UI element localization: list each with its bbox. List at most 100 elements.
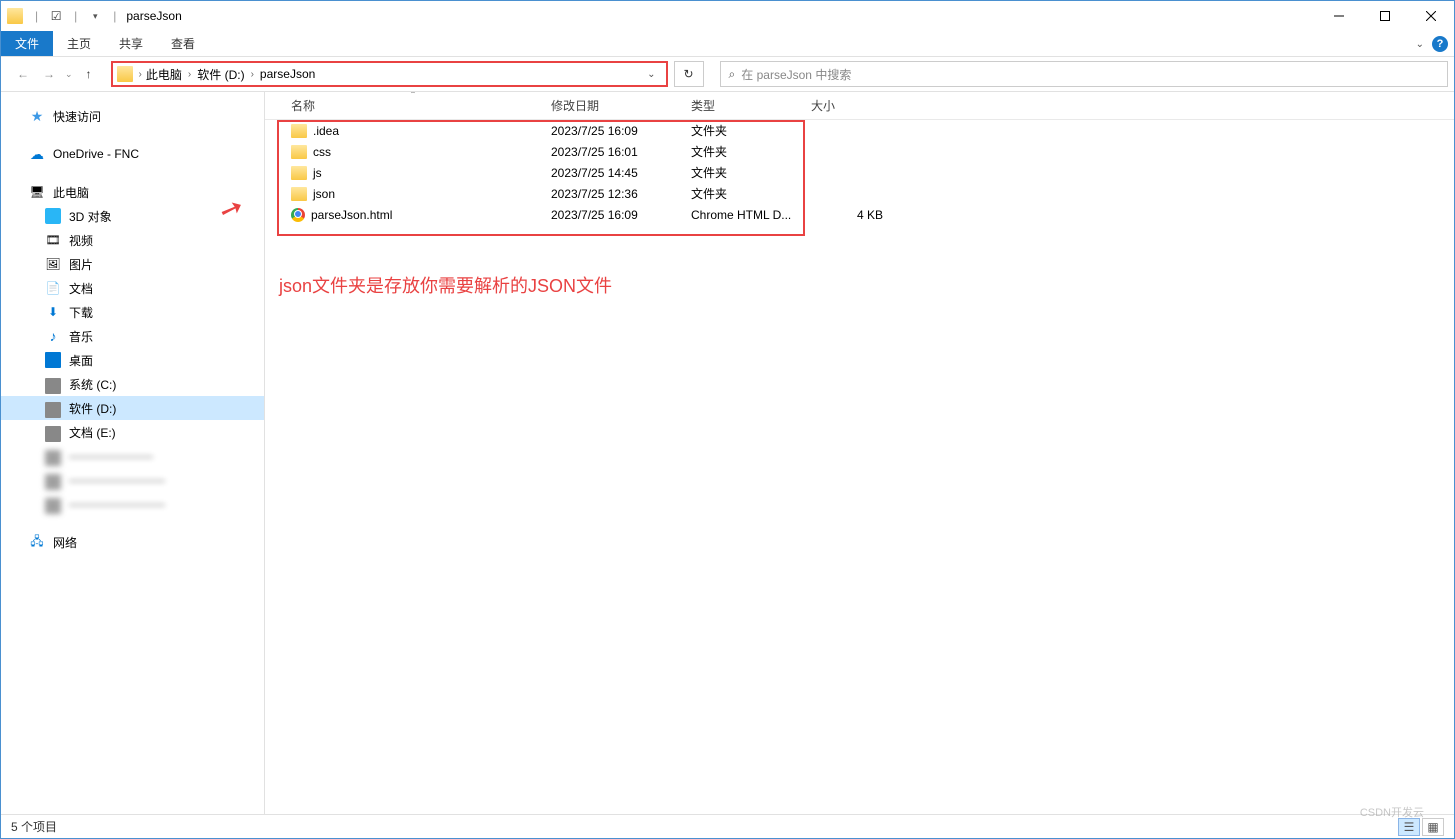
status-item-count: 5 个项目	[11, 818, 57, 835]
drive-icon	[45, 402, 61, 418]
picture-icon	[45, 256, 61, 272]
search-icon: ⌕	[729, 67, 736, 82]
sidebar-drive-e[interactable]: 文档 (E:)	[1, 420, 264, 444]
minimize-button[interactable]	[1316, 1, 1362, 31]
col-label: 名称	[291, 97, 315, 114]
tab-view[interactable]: 查看	[157, 31, 209, 56]
title-bar: | ☑ | ▾ | parseJson	[1, 1, 1454, 31]
cube-icon	[45, 208, 61, 224]
content: 快速访问 OneDrive - FNC 此电脑 3D 对象 视频 图片 文档 下…	[1, 91, 1454, 814]
file-name-cell: json	[283, 187, 543, 201]
sidebar-drive-c[interactable]: 系统 (C:)	[1, 372, 264, 396]
sidebar-pictures[interactable]: 图片	[1, 252, 264, 276]
sort-indicator-icon: ⌃	[283, 91, 543, 99]
sidebar-label: 下载	[69, 304, 93, 321]
sidebar-label: OneDrive - FNC	[53, 147, 139, 161]
forward-button[interactable]: →	[39, 64, 59, 84]
column-headers: ⌃名称 修改日期 类型 大小	[265, 92, 1454, 120]
view-icons-button[interactable]: ▦	[1422, 818, 1444, 836]
sidebar-label: 文档 (E:)	[69, 424, 116, 441]
file-row[interactable]: parseJson.html2023/7/25 16:09Chrome HTML…	[265, 204, 1454, 225]
breadcrumb-sep[interactable]: ›	[251, 69, 254, 80]
sidebar-hidden-2[interactable]: ————————	[1, 468, 264, 492]
col-date[interactable]: 修改日期	[543, 92, 683, 119]
help-icon[interactable]: ?	[1432, 36, 1448, 52]
sidebar-label: 图片	[69, 256, 93, 273]
video-icon	[45, 232, 61, 248]
file-type: 文件夹	[683, 164, 803, 181]
sidebar-drive-d[interactable]: 软件 (D:)	[1, 396, 264, 420]
folder-icon	[291, 124, 307, 138]
sidebar-downloads[interactable]: 下载	[1, 300, 264, 324]
sidebar-onedrive[interactable]: OneDrive - FNC	[1, 142, 264, 166]
chrome-icon	[291, 208, 305, 222]
download-icon	[45, 304, 61, 320]
qat-properties-icon[interactable]: ☑	[48, 8, 64, 24]
file-row[interactable]: json2023/7/25 12:36文件夹	[265, 183, 1454, 204]
file-type: 文件夹	[683, 185, 803, 202]
drive-icon	[45, 450, 61, 466]
sidebar-hidden-3[interactable]: ————————	[1, 492, 264, 516]
address-history-dropdown-icon[interactable]: ⌄	[641, 69, 661, 80]
sidebar-music[interactable]: 音乐	[1, 324, 264, 348]
file-name-cell: .idea	[283, 124, 543, 138]
col-name[interactable]: ⌃名称	[283, 92, 543, 119]
crumb-drive-d[interactable]: 软件 (D:)	[193, 64, 248, 85]
file-date: 2023/7/25 16:09	[543, 124, 683, 138]
file-row[interactable]: css2023/7/25 16:01文件夹	[265, 141, 1454, 162]
ribbon-right: ⌄ ?	[1416, 31, 1448, 57]
col-type[interactable]: 类型	[683, 92, 803, 119]
file-row[interactable]: .idea2023/7/25 16:09文件夹	[265, 120, 1454, 141]
qat-divider: |	[35, 9, 38, 23]
col-size[interactable]: 大小	[803, 92, 883, 119]
qat-divider: |	[113, 9, 116, 23]
cloud-icon	[29, 146, 45, 162]
file-row[interactable]: js2023/7/25 14:45文件夹	[265, 162, 1454, 183]
sidebar-label: 软件 (D:)	[69, 400, 116, 417]
ribbon-tabs: 文件 主页 共享 查看 ⌄ ?	[1, 31, 1454, 57]
pc-icon	[29, 184, 45, 200]
sidebar-network[interactable]: 网络	[1, 530, 264, 554]
address-bar[interactable]: › 此电脑 › 软件 (D:) › parseJson ⌄	[111, 61, 668, 87]
close-button[interactable]	[1408, 1, 1454, 31]
file-name: css	[313, 145, 331, 159]
sidebar-videos[interactable]: 视频	[1, 228, 264, 252]
sidebar-desktop[interactable]: 桌面	[1, 348, 264, 372]
nav-buttons: ← → ⌄ ↑	[7, 64, 105, 84]
sidebar-3d[interactable]: 3D 对象	[1, 204, 264, 228]
network-icon	[29, 534, 45, 550]
sidebar-label: 系统 (C:)	[69, 376, 116, 393]
view-details-button[interactable]: ☰	[1398, 818, 1420, 836]
file-size: 4 KB	[803, 208, 883, 222]
ribbon-expand-icon[interactable]: ⌄	[1416, 39, 1424, 50]
sidebar-documents[interactable]: 文档	[1, 276, 264, 300]
window-controls	[1316, 1, 1454, 31]
file-name-cell: css	[283, 145, 543, 159]
sidebar-label: 文档	[69, 280, 93, 297]
document-icon	[45, 280, 61, 296]
desktop-icon	[45, 352, 61, 368]
sidebar-label: ———————	[69, 449, 153, 463]
back-button[interactable]: ←	[13, 64, 33, 84]
file-name: parseJson.html	[311, 208, 392, 222]
sidebar-quick-access[interactable]: 快速访问	[1, 104, 264, 128]
breadcrumb: 此电脑 › 软件 (D:) › parseJson	[142, 64, 319, 85]
crumb-current[interactable]: parseJson	[256, 65, 319, 83]
up-button[interactable]: ↑	[79, 64, 99, 84]
qat-dropdown-icon[interactable]: ▾	[87, 8, 103, 24]
file-type: Chrome HTML D...	[683, 208, 803, 222]
drive-icon	[45, 378, 61, 394]
file-list-pane: ⌃名称 修改日期 类型 大小 .idea2023/7/25 16:09文件夹cs…	[265, 92, 1454, 814]
crumb-this-pc[interactable]: 此电脑	[142, 64, 186, 85]
search-box[interactable]: ⌕ 在 parseJson 中搜索	[720, 61, 1448, 87]
refresh-button[interactable]: ↻	[674, 61, 704, 87]
sidebar-this-pc[interactable]: 此电脑	[1, 180, 264, 204]
breadcrumb-sep[interactable]: ›	[188, 69, 191, 80]
file-type: 文件夹	[683, 143, 803, 160]
tab-file[interactable]: 文件	[1, 31, 53, 56]
maximize-button[interactable]	[1362, 1, 1408, 31]
sidebar-hidden-1[interactable]: ———————	[1, 444, 264, 468]
tab-share[interactable]: 共享	[105, 31, 157, 56]
tab-home[interactable]: 主页	[53, 31, 105, 56]
recent-locations-icon[interactable]: ⌄	[65, 69, 73, 80]
